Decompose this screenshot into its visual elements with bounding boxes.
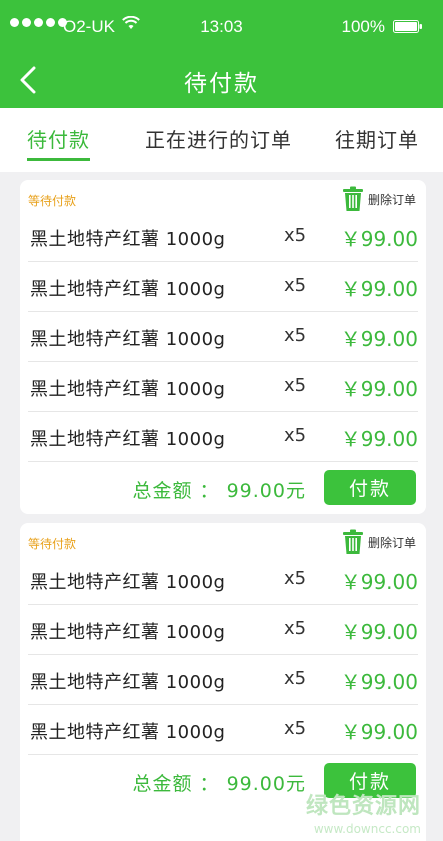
- tab-in-progress[interactable]: 正在进行的订单: [145, 124, 292, 164]
- list-item[interactable]: 黑土地特产红薯 1000g x5 ￥99.00: [28, 705, 418, 755]
- product-name: 黑土地特产红薯 1000g: [30, 622, 226, 643]
- list-item[interactable]: 黑土地特产红薯 1000g x5 ￥99.00: [28, 605, 418, 655]
- product-name: 黑土地特产红薯 1000g: [30, 429, 226, 450]
- order-total-row: 总金额 ： 99.00元 付款: [20, 464, 426, 514]
- trash-icon: [342, 529, 363, 554]
- battery-percent: 100%: [341, 17, 385, 36]
- watermark: 绿色资源网 www.downcc.com: [306, 788, 421, 836]
- product-quantity: x5: [284, 375, 307, 396]
- order-total: 总金额 ： 99.00元: [132, 480, 306, 502]
- list-item[interactable]: 黑土地特产红薯 1000g x5 ￥99.00: [28, 312, 418, 362]
- product-price: ￥99.00: [340, 277, 418, 301]
- order-status: 等待付款: [28, 194, 77, 208]
- trash-icon: [342, 186, 363, 211]
- product-quantity: x5: [284, 568, 307, 589]
- product-quantity: x5: [284, 668, 307, 689]
- order-tabs: 待付款 正在进行的订单 往期订单: [0, 108, 443, 172]
- product-name: 黑土地特产红薯 1000g: [30, 572, 226, 593]
- active-tab-indicator: [27, 158, 90, 161]
- list-item[interactable]: 黑土地特产红薯 1000g x5 ￥99.00: [28, 212, 418, 262]
- order-total: 总金额 ： 99.00元: [132, 773, 306, 795]
- product-name: 黑土地特产红薯 1000g: [30, 329, 226, 350]
- list-item[interactable]: 黑土地特产红薯 1000g x5 ￥99.00: [28, 362, 418, 412]
- product-price: ￥99.00: [340, 327, 418, 351]
- product-price: ￥99.00: [340, 427, 418, 451]
- list-item[interactable]: 黑土地特产红薯 1000g x5 ￥99.00: [28, 555, 418, 605]
- product-price: ￥99.00: [340, 377, 418, 401]
- product-price: ￥99.00: [340, 227, 418, 251]
- delete-order-button[interactable]: 删除订单: [342, 529, 416, 555]
- product-quantity: x5: [284, 618, 307, 639]
- list-item[interactable]: 黑土地特产红薯 1000g x5 ￥99.00: [28, 412, 418, 462]
- product-name: 黑土地特产红薯 1000g: [30, 672, 226, 693]
- product-quantity: x5: [284, 425, 307, 446]
- product-name: 黑土地特产红薯 1000g: [30, 279, 226, 300]
- product-quantity: x5: [284, 225, 307, 246]
- status-bar: O2-UK 13:03 100%: [0, 0, 443, 56]
- page-title: 待付款: [184, 71, 259, 97]
- product-name: 黑土地特产红薯 1000g: [30, 229, 226, 250]
- product-price: ￥99.00: [340, 720, 418, 744]
- product-quantity: x5: [284, 275, 307, 296]
- product-quantity: x5: [284, 718, 307, 739]
- order-status: 等待付款: [28, 537, 77, 551]
- watermark-url: www.downcc.com: [313, 822, 421, 836]
- product-price: ￥99.00: [340, 620, 418, 644]
- delete-order-label: 删除订单: [367, 535, 416, 550]
- delete-order-label: 删除订单: [367, 192, 416, 207]
- product-name: 黑土地特产红薯 1000g: [30, 722, 226, 743]
- order-card: 等待付款 删除订单 黑土地特产红薯 1000g x5 ￥99.00 黑土地特产红…: [20, 180, 426, 514]
- pay-button[interactable]: 付款: [324, 470, 416, 505]
- delete-order-button[interactable]: 删除订单: [342, 186, 416, 212]
- product-name: 黑土地特产红薯 1000g: [30, 379, 226, 400]
- product-price: ￥99.00: [340, 570, 418, 594]
- watermark-title: 绿色资源网: [305, 794, 421, 819]
- app-header: O2-UK 13:03 100% 待付款: [0, 0, 443, 108]
- list-item[interactable]: 黑土地特产红薯 1000g x5 ￥99.00: [28, 655, 418, 705]
- product-price: ￥99.00: [340, 670, 418, 694]
- tab-past-orders[interactable]: 往期订单: [335, 124, 419, 164]
- battery-charging-icon: [393, 20, 422, 33]
- list-item[interactable]: 黑土地特产红薯 1000g x5 ￥99.00: [28, 262, 418, 312]
- product-quantity: x5: [284, 325, 307, 346]
